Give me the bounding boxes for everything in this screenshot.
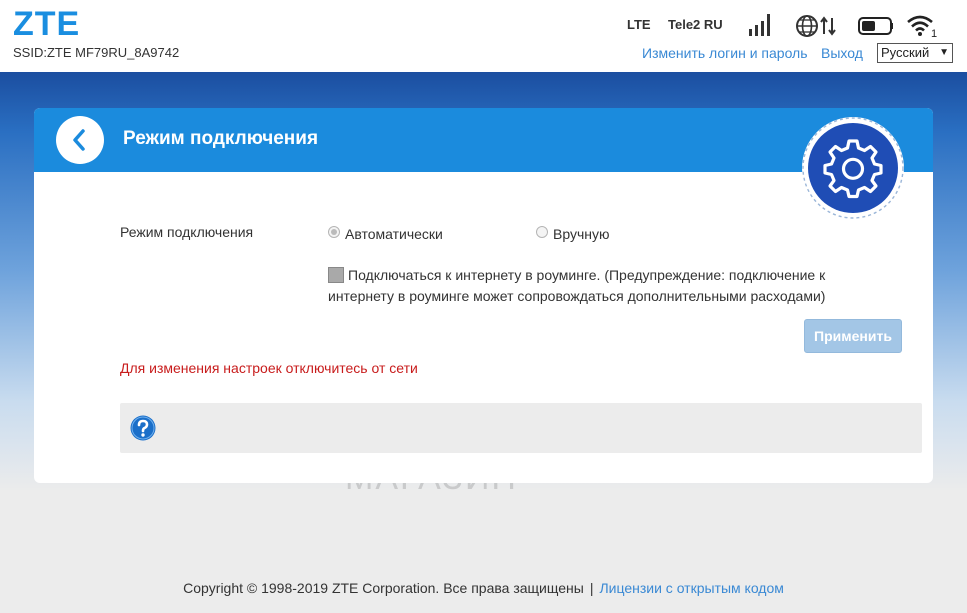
roaming-checkbox-label: Подключаться к интернету в роуминге. (Пр… — [328, 267, 826, 304]
change-login-link[interactable]: Изменить логин и пароль — [642, 45, 808, 61]
radio-manual[interactable] — [536, 226, 548, 238]
radio-auto-label[interactable]: Автоматически — [345, 226, 443, 242]
back-button[interactable] — [56, 116, 104, 164]
copyright-text: Copyright © 1998-2019 ZTE Corporation. В… — [183, 580, 584, 596]
globe-data-icon — [796, 15, 836, 37]
help-bar — [120, 403, 922, 453]
zte-logo: ZTE — [13, 5, 81, 43]
licenses-link[interactable]: Лицензии с открытым кодом — [599, 580, 783, 596]
signal-bars-icon — [749, 14, 770, 36]
connection-mode-label: Режим подключения — [120, 224, 254, 240]
language-selected: Русский — [881, 45, 930, 60]
battery-icon — [858, 17, 893, 35]
wifi-clients-count: 1 — [931, 28, 937, 39]
wifi-icon: 1 — [907, 15, 937, 39]
chevron-down-icon: ▼ — [939, 47, 949, 58]
gear-icon — [802, 117, 904, 219]
help-icon[interactable] — [130, 415, 156, 441]
card-header: Режим подключения — [34, 108, 933, 172]
operator-name: Tele2 RU — [668, 17, 723, 32]
radio-auto[interactable] — [328, 226, 340, 238]
disconnect-warning: Для изменения настроек отключитесь от се… — [120, 360, 418, 376]
network-type: LTE — [627, 17, 651, 32]
footer: Copyright © 1998-2019 ZTE Corporation. В… — [0, 580, 967, 596]
back-chevron-icon — [73, 129, 85, 151]
top-header: ZTE SSID:ZTE MF79RU_8A9742 LTE Tele2 RU … — [0, 0, 967, 72]
logout-link[interactable]: Выход — [821, 45, 863, 61]
page-title: Режим подключения — [123, 128, 319, 149]
radio-manual-label[interactable]: Вручную — [553, 226, 610, 242]
language-select[interactable]: Русский ▼ — [877, 43, 953, 63]
apply-button[interactable]: Применить — [804, 319, 902, 353]
ssid-label: SSID:ZTE MF79RU_8A9742 — [13, 45, 180, 60]
settings-card: Режим подключения Режим подключения Авто… — [34, 108, 933, 483]
footer-separator: | — [589, 580, 594, 596]
